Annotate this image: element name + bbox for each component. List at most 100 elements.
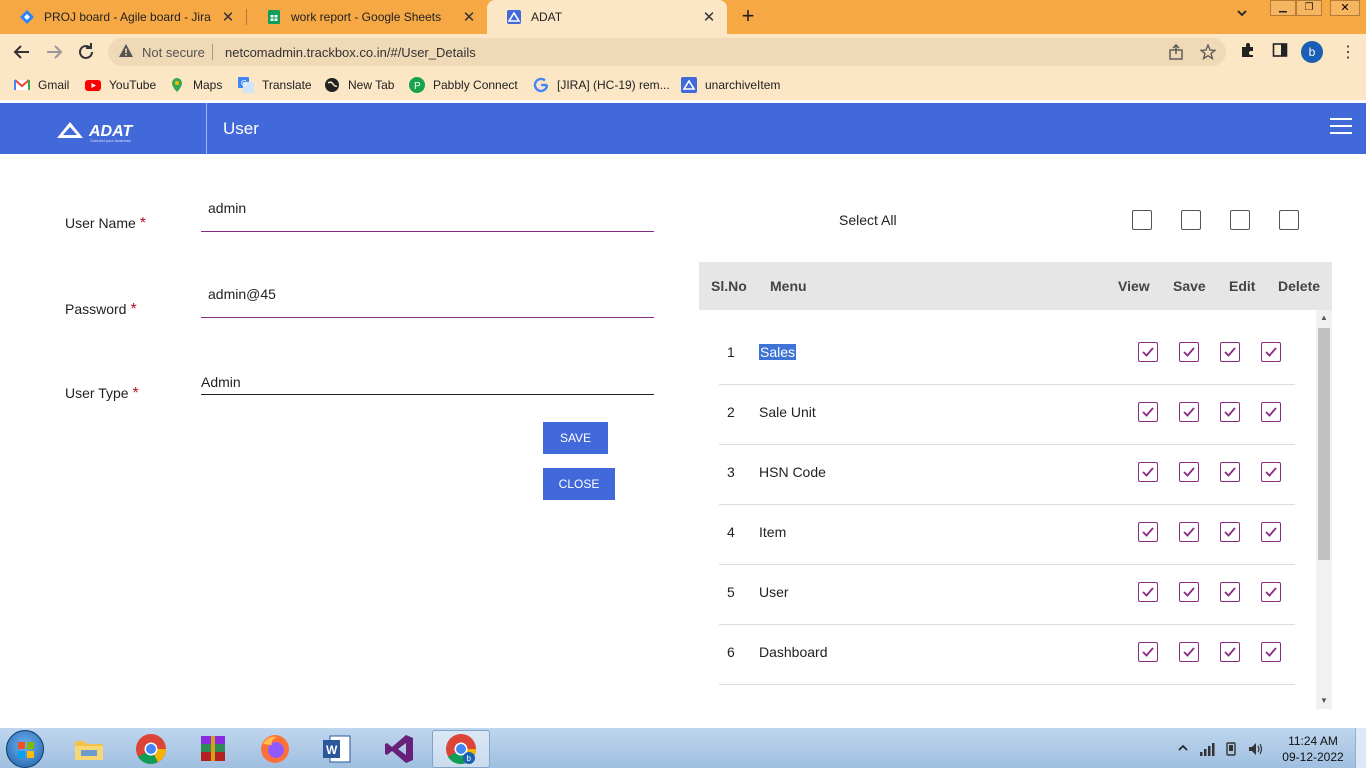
row-view-checkbox[interactable] (1138, 582, 1158, 602)
windows-start-icon[interactable] (6, 730, 44, 768)
bookmark-pabbly[interactable]: P Pabbly Connect (409, 70, 518, 100)
row-edit-checkbox[interactable] (1220, 402, 1240, 422)
clock-date: 09-12-2022 (1282, 750, 1344, 764)
row-save-checkbox[interactable] (1179, 462, 1199, 482)
chrome-profile-icon[interactable]: b (444, 732, 478, 766)
save-button[interactable]: SAVE (543, 422, 608, 454)
bookmark-unarchive-item[interactable]: unarchiveItem (681, 70, 780, 100)
bookmark-star-icon[interactable] (1199, 43, 1217, 63)
user-type-select[interactable]: Admin (201, 374, 241, 390)
row-delete-checkbox[interactable] (1261, 402, 1281, 422)
new-tab-button[interactable]: + (736, 5, 760, 29)
firefox-icon[interactable] (258, 732, 292, 766)
row-save-checkbox[interactable] (1179, 402, 1199, 422)
row-view-checkbox[interactable] (1138, 462, 1158, 482)
back-arrow-icon[interactable] (10, 40, 34, 64)
row-menu-name: Item (759, 524, 787, 540)
row-edit-checkbox[interactable] (1220, 642, 1240, 662)
bookmark-maps[interactable]: Maps (169, 70, 222, 100)
select-all-save-checkbox[interactable] (1181, 210, 1201, 230)
tab-google-sheets[interactable]: work report - Google Sheets ✕ (247, 0, 487, 34)
reload-icon[interactable] (74, 40, 98, 64)
row-save-checkbox[interactable] (1179, 582, 1199, 602)
show-desktop-button[interactable] (1355, 728, 1366, 768)
column-header-view: View (1118, 278, 1150, 294)
scrollbar-thumb[interactable] (1318, 328, 1330, 560)
select-all-delete-checkbox[interactable] (1279, 210, 1299, 230)
chrome-icon[interactable] (134, 732, 168, 766)
hamburger-menu-icon[interactable] (1330, 118, 1352, 134)
close-button[interactable]: CLOSE (543, 468, 615, 500)
system-clock[interactable]: 11:24 AM 09-12-2022 (1276, 733, 1350, 765)
window-close-icon[interactable]: ✕ (1330, 0, 1360, 16)
select-all-view-checkbox[interactable] (1132, 210, 1152, 230)
restore-icon[interactable]: ❐ (1296, 0, 1322, 16)
row-serial-number: 1 (727, 344, 735, 360)
row-delete-checkbox[interactable] (1261, 642, 1281, 662)
row-edit-checkbox[interactable] (1220, 522, 1240, 542)
visual-studio-icon[interactable] (382, 732, 416, 766)
select-all-edit-checkbox[interactable] (1230, 210, 1250, 230)
scroll-down-arrow-icon[interactable]: ▼ (1316, 696, 1332, 705)
browser-menu-icon[interactable]: ⋮ (1340, 42, 1356, 62)
bookmark-gmail[interactable]: Gmail (14, 70, 69, 100)
bookmark-translate[interactable]: G Translate (238, 70, 312, 100)
volume-icon[interactable] (1248, 742, 1264, 759)
username-label: User Name * (65, 215, 146, 233)
app-header (0, 103, 1366, 154)
password-input[interactable]: admin@45 (208, 286, 276, 302)
bookmark-label: unarchiveItem (705, 78, 781, 92)
row-edit-checkbox[interactable] (1220, 342, 1240, 362)
row-save-checkbox[interactable] (1179, 642, 1199, 662)
minimize-icon[interactable]: ▁ (1270, 0, 1296, 16)
bookmark-label: Maps (193, 78, 223, 92)
tab-jira[interactable]: PROJ board - Agile board - Jira ✕ (0, 0, 246, 34)
network-signal-icon[interactable] (1200, 742, 1216, 759)
close-icon[interactable]: ✕ (701, 8, 717, 26)
scroll-up-arrow-icon[interactable]: ▲ (1316, 313, 1332, 322)
row-delete-checkbox[interactable] (1261, 522, 1281, 542)
word-icon[interactable]: W (320, 732, 354, 766)
extensions-puzzle-icon[interactable] (1240, 42, 1256, 62)
bookmark-youtube[interactable]: YouTube (85, 70, 156, 100)
device-icon[interactable] (1224, 742, 1238, 759)
row-delete-checkbox[interactable] (1261, 462, 1281, 482)
bookmark-label: Translate (262, 78, 312, 92)
tab-adat[interactable]: ADAT ✕ (487, 0, 727, 34)
row-view-checkbox[interactable] (1138, 402, 1158, 422)
row-view-checkbox[interactable] (1138, 522, 1158, 542)
row-save-checkbox[interactable] (1179, 342, 1199, 362)
svg-text:P: P (414, 81, 421, 92)
row-view-checkbox[interactable] (1138, 342, 1158, 362)
row-save-checkbox[interactable] (1179, 522, 1199, 542)
row-menu-name: HSN Code (759, 464, 826, 480)
row-delete-checkbox[interactable] (1261, 582, 1281, 602)
jira-icon (20, 10, 34, 24)
adat-icon (681, 77, 697, 93)
row-edit-checkbox[interactable] (1220, 582, 1240, 602)
row-edit-checkbox[interactable] (1220, 462, 1240, 482)
username-input[interactable]: admin (208, 200, 246, 216)
forward-arrow-icon[interactable] (42, 40, 66, 64)
warning-icon[interactable] (118, 43, 134, 62)
close-icon[interactable]: ✕ (461, 8, 477, 26)
user-type-label-text: User Type (65, 385, 129, 401)
security-status[interactable]: Not secure (142, 45, 205, 60)
username-underline (201, 231, 654, 232)
tab-title: work report - Google Sheets (291, 10, 442, 24)
file-explorer-icon[interactable] (72, 732, 106, 766)
tray-expand-icon[interactable] (1178, 742, 1188, 756)
url-text[interactable]: netcomadmin.trackbox.co.in/#/User_Detail… (225, 45, 476, 60)
profile-avatar[interactable]: b (1301, 41, 1323, 63)
tab-search-chevron-icon[interactable] (1236, 7, 1248, 22)
adat-logo[interactable]: ADAT Connect your business (56, 120, 152, 144)
share-icon[interactable] (1168, 44, 1184, 63)
required-asterisk: * (132, 385, 139, 402)
close-icon[interactable]: ✕ (220, 8, 236, 26)
side-panel-icon[interactable] (1272, 42, 1288, 62)
bookmark-new-tab[interactable]: New Tab (324, 70, 394, 100)
winrar-icon[interactable] (196, 732, 230, 766)
bookmark-jira-hc19[interactable]: [JIRA] (HC-19) rem... (533, 70, 670, 100)
row-view-checkbox[interactable] (1138, 642, 1158, 662)
row-delete-checkbox[interactable] (1261, 342, 1281, 362)
